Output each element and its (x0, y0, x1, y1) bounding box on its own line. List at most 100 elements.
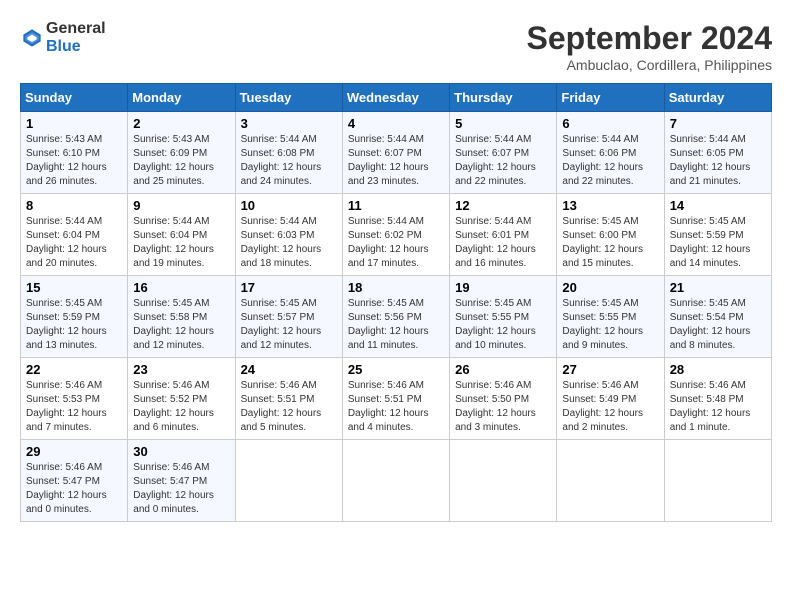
column-header-sunday: Sunday (21, 84, 128, 112)
day-cell-18: 18 Sunrise: 5:45 AMSunset: 5:56 PMDayligh… (342, 276, 449, 358)
calendar-week-1: 1 Sunrise: 5:43 AMSunset: 6:10 PMDaylight… (21, 112, 772, 194)
column-header-thursday: Thursday (450, 84, 557, 112)
day-number-26: 26 (455, 362, 551, 377)
day-cell-7: 7 Sunrise: 5:44 AMSunset: 6:05 PMDaylight… (664, 112, 771, 194)
day-detail-22: Sunrise: 5:46 AMSunset: 5:53 PMDaylight:… (26, 379, 122, 435)
day-cell-17: 17 Sunrise: 5:45 AMSunset: 5:57 PMDayligh… (235, 276, 342, 358)
day-cell-23: 23Sunrise: 5:46 AMSunset: 5:52 PMDayligh… (128, 358, 235, 440)
day-detail-1: Sunrise: 5:43 AMSunset: 6:10 PMDaylight:… (26, 133, 122, 189)
day-detail-19: Sunrise: 5:45 AMSunset: 5:55 PMDaylight:… (455, 297, 551, 353)
day-cell-9: 9Sunrise: 5:44 AMSunset: 6:04 PMDaylight… (128, 194, 235, 276)
day-cell-8: 8Sunrise: 5:44 AMSunset: 6:04 PMDaylight… (21, 194, 128, 276)
day-detail-17: Sunrise: 5:45 AMSunset: 5:57 PMDaylight:… (241, 297, 337, 353)
logo-general: General (46, 20, 106, 37)
day-cell-26: 26 Sunrise: 5:46 AMSunset: 5:50 PMDayligh… (450, 358, 557, 440)
day-cell-19: 19 Sunrise: 5:45 AMSunset: 5:55 PMDayligh… (450, 276, 557, 358)
day-detail-18: Sunrise: 5:45 AMSunset: 5:56 PMDaylight:… (348, 297, 444, 353)
column-header-tuesday: Tuesday (235, 84, 342, 112)
day-detail-20: Sunrise: 5:45 AMSunset: 5:55 PMDaylight:… (562, 297, 658, 353)
column-header-saturday: Saturday (664, 84, 771, 112)
day-number-1: 1 (26, 116, 122, 131)
calendar-subtitle: Ambuclao, Cordillera, Philippines (527, 57, 772, 73)
logo-blue: Blue (46, 38, 81, 55)
logo: General Blue (20, 20, 106, 56)
calendar-week-2: 8Sunrise: 5:44 AMSunset: 6:04 PMDaylight… (21, 194, 772, 276)
day-cell-14: 14 Sunrise: 5:45 AMSunset: 5:59 PMDayligh… (664, 194, 771, 276)
day-number-20: 20 (562, 280, 658, 295)
title-area: September 2024 Ambuclao, Cordillera, Phi… (527, 20, 772, 73)
calendar-week-3: 15Sunrise: 5:45 AMSunset: 5:59 PMDayligh… (21, 276, 772, 358)
day-number-4: 4 (348, 116, 444, 131)
column-header-wednesday: Wednesday (342, 84, 449, 112)
day-cell-3: 3Sunrise: 5:44 AMSunset: 6:08 PMDaylight… (235, 112, 342, 194)
generalblue-logo-icon (22, 28, 42, 48)
day-detail-21: Sunrise: 5:45 AMSunset: 5:54 PMDaylight:… (670, 297, 766, 353)
column-header-friday: Friday (557, 84, 664, 112)
day-number-24: 24 (241, 362, 337, 377)
day-number-7: 7 (670, 116, 766, 131)
day-detail-13: Sunrise: 5:45 AMSunset: 6:00 PMDaylight:… (562, 215, 658, 271)
day-cell-16: 16 Sunrise: 5:45 AMSunset: 5:58 PMDayligh… (128, 276, 235, 358)
day-detail-4: Sunrise: 5:44 AMSunset: 6:07 PMDaylight:… (348, 133, 444, 189)
day-number-17: 17 (241, 280, 337, 295)
day-detail-26: Sunrise: 5:46 AMSunset: 5:50 PMDaylight:… (455, 379, 551, 435)
day-cell-22: 22 Sunrise: 5:46 AMSunset: 5:53 PMDayligh… (21, 358, 128, 440)
day-cell-24: 24Sunrise: 5:46 AMSunset: 5:51 PMDayligh… (235, 358, 342, 440)
day-number-21: 21 (670, 280, 766, 295)
day-cell-4: 4 Sunrise: 5:44 AMSunset: 6:07 PMDaylight… (342, 112, 449, 194)
day-detail-23: Sunrise: 5:46 AMSunset: 5:52 PMDaylight:… (133, 379, 229, 435)
day-detail-5: Sunrise: 5:44 AMSunset: 6:07 PMDaylight:… (455, 133, 551, 189)
day-cell-27: 27Sunrise: 5:46 AMSunset: 5:49 PMDayligh… (557, 358, 664, 440)
day-detail-12: Sunrise: 5:44 AMSunset: 6:01 PMDaylight:… (455, 215, 551, 271)
calendar-week-4: 22 Sunrise: 5:46 AMSunset: 5:53 PMDayligh… (21, 358, 772, 440)
day-cell-12: 12Sunrise: 5:44 AMSunset: 6:01 PMDayligh… (450, 194, 557, 276)
day-detail-16: Sunrise: 5:45 AMSunset: 5:58 PMDaylight:… (133, 297, 229, 353)
day-number-9: 9 (133, 198, 229, 213)
day-detail-25: Sunrise: 5:46 AMSunset: 5:51 PMDaylight:… (348, 379, 444, 435)
day-number-16: 16 (133, 280, 229, 295)
empty-cell (450, 440, 557, 522)
empty-cell (342, 440, 449, 522)
day-number-22: 22 (26, 362, 122, 377)
day-number-19: 19 (455, 280, 551, 295)
day-cell-10: 10 Sunrise: 5:44 AMSunset: 6:03 PMDayligh… (235, 194, 342, 276)
day-cell-11: 11 Sunrise: 5:44 AMSunset: 6:02 PMDayligh… (342, 194, 449, 276)
day-cell-21: 21 Sunrise: 5:45 AMSunset: 5:54 PMDayligh… (664, 276, 771, 358)
day-detail-8: Sunrise: 5:44 AMSunset: 6:04 PMDaylight:… (26, 215, 122, 271)
day-number-14: 14 (670, 198, 766, 213)
day-number-18: 18 (348, 280, 444, 295)
day-cell-1: 1 Sunrise: 5:43 AMSunset: 6:10 PMDaylight… (21, 112, 128, 194)
day-detail-27: Sunrise: 5:46 AMSunset: 5:49 PMDaylight:… (562, 379, 658, 435)
day-number-30: 30 (133, 444, 229, 459)
days-header-row: SundayMondayTuesdayWednesdayThursdayFrid… (21, 84, 772, 112)
day-cell-13: 13Sunrise: 5:45 AMSunset: 6:00 PMDayligh… (557, 194, 664, 276)
day-cell-15: 15Sunrise: 5:45 AMSunset: 5:59 PMDayligh… (21, 276, 128, 358)
day-detail-28: Sunrise: 5:46 AMSunset: 5:48 PMDaylight:… (670, 379, 766, 435)
logo-text: General Blue (46, 20, 106, 56)
empty-cell (235, 440, 342, 522)
day-number-11: 11 (348, 198, 444, 213)
day-detail-3: Sunrise: 5:44 AMSunset: 6:08 PMDaylight:… (241, 133, 337, 189)
day-cell-25: 25Sunrise: 5:46 AMSunset: 5:51 PMDayligh… (342, 358, 449, 440)
day-detail-6: Sunrise: 5:44 AMSunset: 6:06 PMDaylight:… (562, 133, 658, 189)
day-number-10: 10 (241, 198, 337, 213)
calendar-title: September 2024 (527, 20, 772, 57)
day-number-29: 29 (26, 444, 122, 459)
day-cell-2: 2 Sunrise: 5:43 AMSunset: 6:09 PMDaylight… (128, 112, 235, 194)
day-cell-29: 29 Sunrise: 5:46 AMSunset: 5:47 PMDayligh… (21, 440, 128, 522)
day-detail-7: Sunrise: 5:44 AMSunset: 6:05 PMDaylight:… (670, 133, 766, 189)
day-detail-2: Sunrise: 5:43 AMSunset: 6:09 PMDaylight:… (133, 133, 229, 189)
day-cell-6: 6Sunrise: 5:44 AMSunset: 6:06 PMDaylight… (557, 112, 664, 194)
day-detail-11: Sunrise: 5:44 AMSunset: 6:02 PMDaylight:… (348, 215, 444, 271)
day-detail-29: Sunrise: 5:46 AMSunset: 5:47 PMDaylight:… (26, 461, 122, 517)
calendar-week-5: 29 Sunrise: 5:46 AMSunset: 5:47 PMDayligh… (21, 440, 772, 522)
day-cell-28: 28Sunrise: 5:46 AMSunset: 5:48 PMDayligh… (664, 358, 771, 440)
day-number-2: 2 (133, 116, 229, 131)
day-detail-30: Sunrise: 5:46 AMSunset: 5:47 PMDaylight:… (133, 461, 229, 517)
day-detail-10: Sunrise: 5:44 AMSunset: 6:03 PMDaylight:… (241, 215, 337, 271)
calendar-table: SundayMondayTuesdayWednesdayThursdayFrid… (20, 83, 772, 522)
empty-cell (557, 440, 664, 522)
day-number-15: 15 (26, 280, 122, 295)
empty-cell (664, 440, 771, 522)
day-detail-14: Sunrise: 5:45 AMSunset: 5:59 PMDaylight:… (670, 215, 766, 271)
